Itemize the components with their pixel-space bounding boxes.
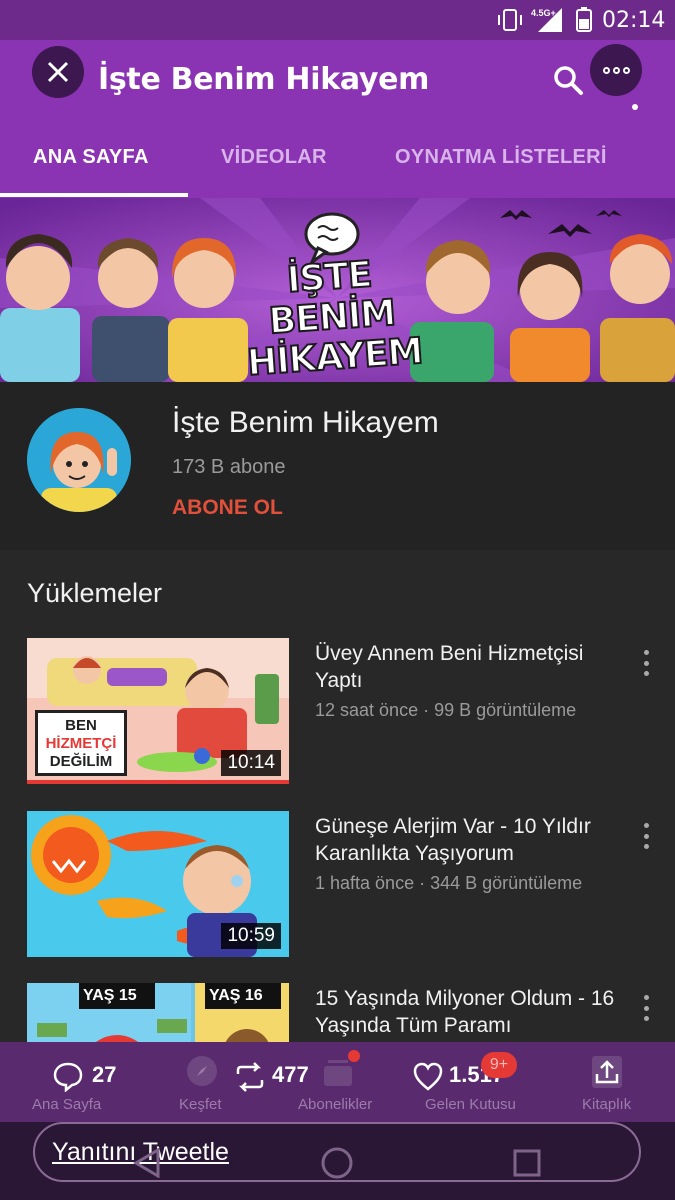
channel-tabs: ANA SAYFA VİDEOLAR OYNATMA LİSTELERİ xyxy=(0,120,675,198)
banner-logo-line1: İŞTE BENİM xyxy=(266,253,397,343)
channel-banner: İŞTE BENİM HİKAYEM xyxy=(0,198,675,382)
channel-avatar[interactable] xyxy=(27,408,131,512)
app-bar: İşte Benim Hikayem xyxy=(0,40,675,120)
dot-icon xyxy=(643,995,649,1000)
nav-label-home: Ana Sayfa xyxy=(32,1096,102,1113)
reply-bar: Yanıtını Tweetle xyxy=(0,1122,675,1200)
search-button[interactable] xyxy=(548,60,588,100)
tab-playlists[interactable]: OYNATMA LİSTELERİ xyxy=(395,146,607,169)
app-bar-title: İşte Benim Hikayem xyxy=(98,62,430,97)
tab-videos[interactable]: VİDEOLAR xyxy=(221,146,327,169)
dot-icon xyxy=(643,844,649,849)
search-icon xyxy=(554,66,583,95)
notification-dot xyxy=(348,1050,360,1062)
video-meta: 12 saat önce · 99 B görüntüleme xyxy=(315,700,577,720)
dot-icon xyxy=(643,1005,649,1011)
battery-icon xyxy=(576,7,592,32)
dot-icon xyxy=(602,66,610,74)
retweet-icon[interactable] xyxy=(232,1062,268,1092)
video-title[interactable]: Güneşe Alerjim Var - 10 Yıldır Karanlıkt… xyxy=(315,813,625,867)
home-icon[interactable] xyxy=(320,1146,354,1180)
nav-home[interactable]: 27 Ana Sayfa xyxy=(0,1042,135,1122)
reply-icon xyxy=(53,1062,83,1092)
nav-label-inbox: Gelen Kutusu xyxy=(425,1096,516,1113)
video-thumbnail[interactable]: 10:59 xyxy=(27,811,289,957)
nav-label-explore: Keşfet xyxy=(179,1096,222,1113)
video-menu-button[interactable] xyxy=(640,650,652,676)
video-title[interactable]: 15 Yaşında Milyoner Oldum - 16 Yaşında T… xyxy=(315,985,625,1039)
status-bar: 4.5G+ 02:14 xyxy=(0,0,675,40)
close-icon xyxy=(47,61,69,83)
video-duration: 10:14 xyxy=(221,750,281,776)
nav-inbox[interactable]: 1.517 9+ Gelen Kutusu xyxy=(405,1042,540,1122)
kebab-dot-icon xyxy=(632,104,638,110)
thumbnail-text-2: HİZMETÇİ xyxy=(45,735,117,752)
clock: 02:14 xyxy=(602,8,666,33)
video-thumbnail[interactable]: BEN HİZMETÇİ DEĞİLİM 10:14 xyxy=(27,638,289,784)
channel-header: İşte Benim Hikayem 173 B abone ABONE OL xyxy=(0,382,675,550)
nav-library[interactable]: Kitaplık xyxy=(540,1042,675,1122)
video-item[interactable]: BEN HİZMETÇİ DEĞİLİM 10:14 Üvey Annem Be… xyxy=(0,638,675,788)
like-icon[interactable] xyxy=(413,1062,443,1092)
inbox-badge: 9+ xyxy=(481,1052,517,1078)
dot-icon xyxy=(612,66,620,74)
signal-icon xyxy=(538,8,562,32)
dot-icon xyxy=(643,671,649,676)
more-options-button[interactable] xyxy=(590,44,642,96)
bottom-navigation: 27 Ana Sayfa Keşfet 477 Abonelikler 1.51… xyxy=(0,1042,675,1122)
recents-icon[interactable] xyxy=(512,1148,542,1178)
tab-home[interactable]: ANA SAYFA xyxy=(33,146,149,169)
nav-label-subscriptions: Abonelikler xyxy=(298,1096,373,1113)
thumbnail-caption-box: BEN HİZMETÇİ DEĞİLİM xyxy=(35,710,127,776)
thumbnail-text-1: YAŞ 15 xyxy=(83,987,137,1004)
channel-name: İşte Benim Hikayem xyxy=(172,406,439,439)
thumbnail-text-2: YAŞ 16 xyxy=(209,987,263,1004)
character-girl-1 xyxy=(0,234,80,382)
compass-icon xyxy=(187,1056,217,1086)
video-duration: 10:59 xyxy=(221,923,281,949)
dot-icon xyxy=(622,66,630,74)
video-meta: 1 hafta önce · 344 B görüntüleme xyxy=(315,873,583,893)
dot-icon xyxy=(643,833,649,839)
reply-count: 27 xyxy=(92,1062,117,1087)
nav-subscriptions[interactable]: Abonelikler xyxy=(270,1042,405,1122)
video-title[interactable]: Üvey Annem Beni Hizmetçisi Yaptı xyxy=(315,640,625,694)
close-button[interactable] xyxy=(32,46,84,98)
back-icon[interactable] xyxy=(132,1148,162,1178)
app-screen: 4.5G+ 02:14 İşte Benim Hikayem ANA SAYFA… xyxy=(0,0,675,1200)
dot-icon xyxy=(643,823,649,828)
thumbnail-text-1: BEN xyxy=(65,717,97,734)
avatar-illustration xyxy=(27,408,131,512)
active-tab-indicator xyxy=(0,193,188,197)
share-icon[interactable] xyxy=(590,1054,624,1090)
subscriber-count: 173 B abone xyxy=(172,456,286,478)
video-menu-button[interactable] xyxy=(640,995,652,1021)
video-thumbnail[interactable]: YAŞ 15 YAŞ 16 xyxy=(27,983,289,1042)
video-menu-button[interactable] xyxy=(640,823,652,849)
subscriptions-icon xyxy=(324,1060,352,1086)
thumbnail-text-3: DEĞİLİM xyxy=(49,753,113,770)
dot-icon xyxy=(643,650,649,655)
banner-logo: İŞTE BENİM HİKAYEM xyxy=(228,251,436,382)
subscribe-button[interactable]: ABONE OL xyxy=(172,496,283,520)
section-title-uploads: Yüklemeler xyxy=(27,578,163,608)
nav-label-library: Kitaplık xyxy=(582,1096,632,1113)
dot-icon xyxy=(643,1016,649,1021)
video-item[interactable]: YAŞ 15 YAŞ 16 15 Yaşında Milyoner Oldum … xyxy=(0,983,675,1042)
dot-icon xyxy=(643,660,649,666)
video-item[interactable]: 10:59 Güneşe Alerjim Var - 10 Yıldır Kar… xyxy=(0,811,675,961)
vibrate-icon xyxy=(498,9,522,31)
